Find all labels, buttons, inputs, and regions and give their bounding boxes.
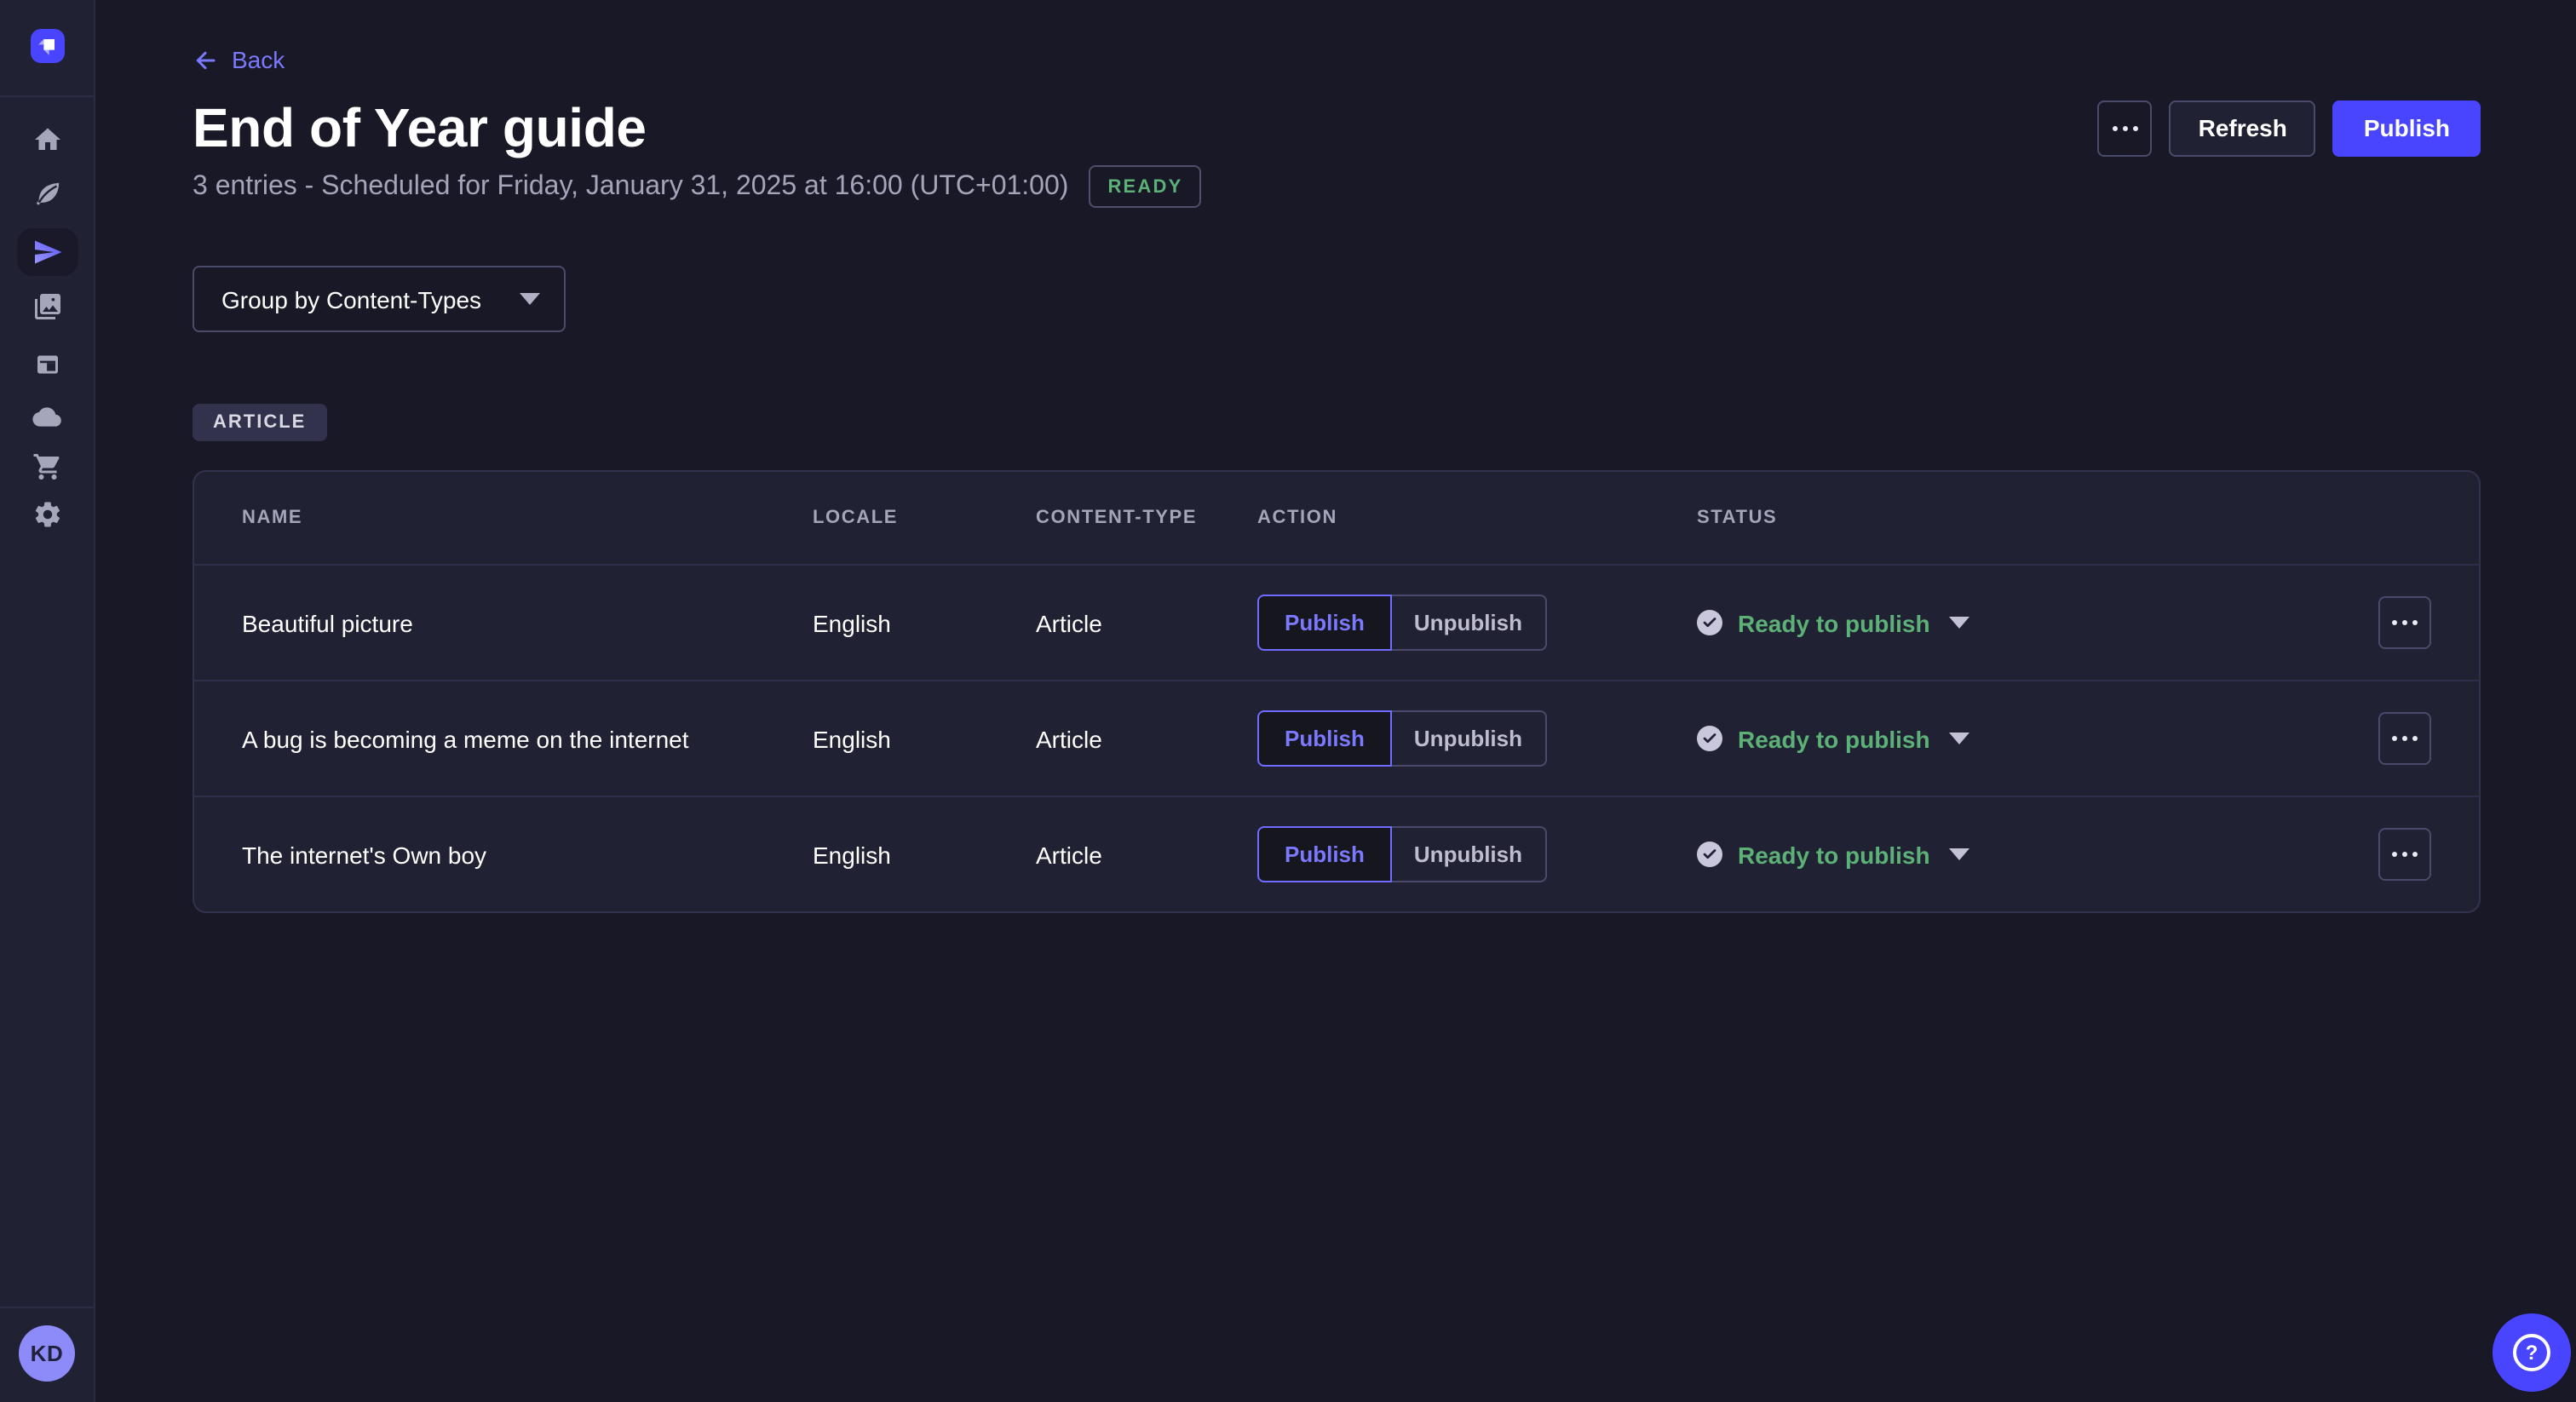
entry-status-dropdown[interactable]: Ready to publish [1697, 610, 1969, 637]
table-header-row: NAME LOCALE CONTENT-TYPE ACTION STATUS [194, 472, 2479, 564]
entry-status-dropdown[interactable]: Ready to publish [1697, 726, 1969, 753]
chevron-down-icon [1949, 618, 1969, 629]
row-publish-button[interactable]: Publish [1257, 826, 1392, 882]
table-row: Beautiful picture English Article Publis… [194, 564, 2479, 680]
sidebar-item-home[interactable] [0, 119, 94, 160]
entry-content-type: Article [1036, 609, 1257, 636]
sidebar: KD [0, 0, 95, 1402]
help-button[interactable]: ? [2493, 1313, 2571, 1392]
column-header-content-type: CONTENT-TYPE [1036, 508, 1257, 528]
column-header-name: NAME [242, 508, 813, 528]
ready-status-badge: READY [1089, 165, 1201, 208]
entry-action-toggle: Publish Unpublish [1257, 595, 1546, 651]
cloud-icon [31, 401, 63, 434]
chevron-down-icon [1949, 733, 1969, 745]
entry-locale: English [813, 841, 1036, 868]
home-icon [32, 124, 62, 155]
entry-content-type: Article [1036, 841, 1257, 868]
header-actions: Refresh Publish [2098, 100, 2481, 156]
check-circle-icon [1697, 611, 1722, 636]
back-label: Back [232, 46, 285, 73]
row-actions-menu-button[interactable] [2378, 828, 2431, 881]
entry-action-toggle: Publish Unpublish [1257, 826, 1546, 882]
sidebar-item-settings[interactable] [0, 494, 94, 535]
entry-name: The internet's Own boy [242, 841, 813, 868]
strapi-logo-glyph [34, 32, 61, 60]
sidebar-item-content-manager[interactable] [0, 174, 94, 215]
column-header-status: STATUS [1697, 508, 2356, 528]
entry-content-type: Article [1036, 725, 1257, 752]
sidebar-item-media-library[interactable] [0, 286, 94, 327]
check-circle-icon [1697, 727, 1722, 752]
entry-action-toggle: Publish Unpublish [1257, 710, 1546, 767]
app-window: KD Back End of Year guide Refresh Publis… [0, 0, 2576, 1402]
ellipsis-icon [2392, 736, 2418, 741]
media-library-icon [32, 291, 62, 322]
entries-table: NAME LOCALE CONTENT-TYPE ACTION STATUS B… [193, 470, 2481, 913]
publish-release-button[interactable]: Publish [2333, 100, 2481, 156]
arrow-left-icon [193, 47, 218, 72]
feather-icon [32, 179, 62, 210]
main-content: Back End of Year guide Refresh Publish 3… [95, 0, 2576, 1402]
entry-status-dropdown[interactable]: Ready to publish [1697, 842, 1969, 869]
sidebar-item-releases[interactable] [17, 228, 78, 276]
chevron-down-icon [520, 293, 540, 305]
entry-locale: English [813, 725, 1036, 752]
row-unpublish-button[interactable]: Unpublish [1392, 710, 1546, 767]
table-row: A bug is becoming a meme on the internet… [194, 680, 2479, 796]
row-unpublish-button[interactable]: Unpublish [1392, 595, 1546, 651]
entry-locale: English [813, 609, 1036, 636]
column-header-action: ACTION [1257, 508, 1697, 528]
settings-gear-icon [32, 499, 62, 530]
entry-status-label: Ready to publish [1738, 726, 1930, 753]
sidebar-divider [0, 1307, 94, 1308]
ellipsis-icon [2113, 125, 2138, 130]
user-avatar[interactable]: KD [19, 1325, 75, 1382]
check-circle-icon [1697, 842, 1722, 868]
column-header-locale: LOCALE [813, 508, 1036, 528]
sidebar-item-deploy-cloud[interactable] [0, 397, 94, 438]
back-link[interactable]: Back [193, 46, 285, 73]
help-question-icon: ? [2513, 1334, 2550, 1371]
refresh-button[interactable]: Refresh [2170, 100, 2316, 156]
content-type-group-badge: ARTICLE [193, 404, 326, 441]
release-subtitle: 3 entries - Scheduled for Friday, Januar… [193, 171, 1068, 202]
entry-name: Beautiful picture [242, 609, 813, 636]
row-actions-menu-button[interactable] [2378, 712, 2431, 765]
entry-status-label: Ready to publish [1738, 610, 1930, 637]
entry-name: A bug is becoming a meme on the internet [242, 725, 813, 752]
row-actions-menu-button[interactable] [2378, 596, 2431, 649]
sidebar-item-marketplace[interactable] [0, 446, 94, 487]
ellipsis-icon [2392, 852, 2418, 857]
table-row: The internet's Own boy English Article P… [194, 796, 2479, 911]
group-by-value: Group by Content-Types [221, 285, 481, 313]
layout-icon [32, 349, 62, 380]
sidebar-divider [0, 95, 94, 97]
group-by-select[interactable]: Group by Content-Types [193, 266, 566, 332]
row-publish-button[interactable]: Publish [1257, 710, 1392, 767]
row-unpublish-button[interactable]: Unpublish [1392, 826, 1546, 882]
entry-status-label: Ready to publish [1738, 842, 1930, 869]
cart-icon [32, 451, 62, 482]
strapi-logo[interactable] [31, 29, 65, 63]
row-publish-button[interactable]: Publish [1257, 595, 1392, 651]
page-title: End of Year guide [193, 95, 647, 160]
release-more-button[interactable] [2098, 100, 2153, 156]
sidebar-item-content-type-builder[interactable] [0, 344, 94, 385]
paper-plane-icon [32, 237, 63, 267]
chevron-down-icon [1949, 849, 1969, 861]
ellipsis-icon [2392, 620, 2418, 625]
